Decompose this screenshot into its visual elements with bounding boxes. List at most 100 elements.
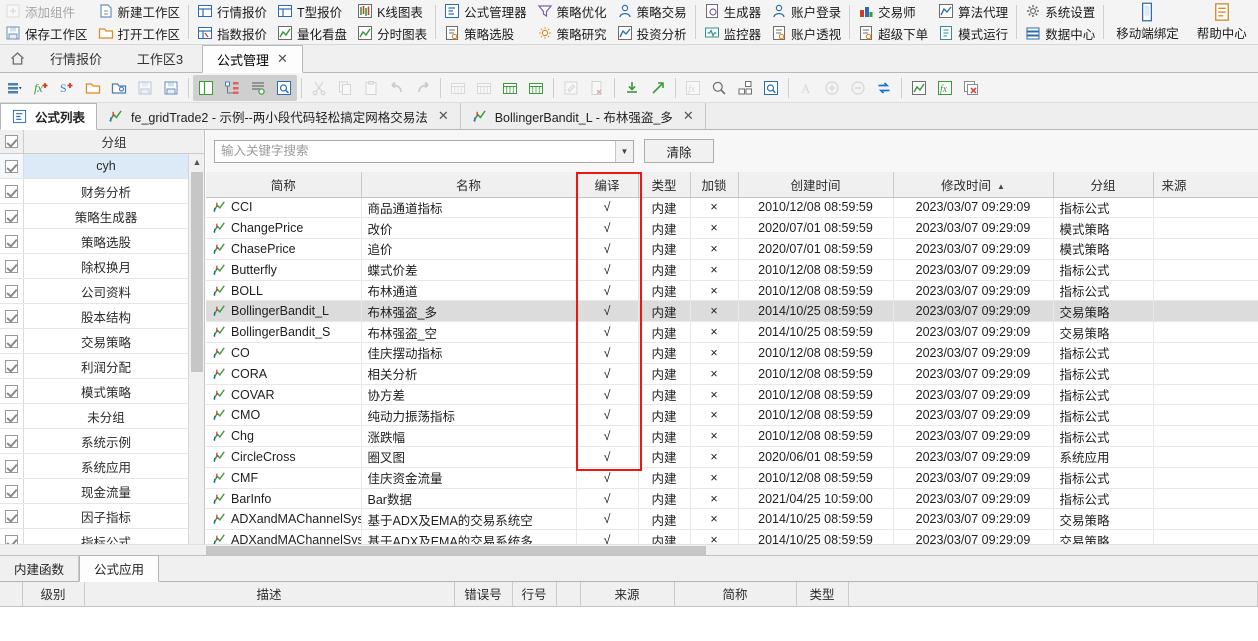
group-item-checkbox-cell[interactable] xyxy=(0,254,24,278)
group-list-item[interactable]: cyh xyxy=(0,154,204,179)
select-all-checkbox[interactable] xyxy=(5,135,18,148)
group-item-checkbox[interactable] xyxy=(5,434,18,448)
formula-table-row[interactable]: ADXandMAChannelSys_S基于ADX及EMA的交易系统空√内建×2… xyxy=(206,508,1258,531)
formula-table-row[interactable]: BollingerBandit_L 布林强盗_多 √ 内建 × 2014/10/25 08… xyxy=(206,300,1258,323)
column-header-name[interactable]: 名称 xyxy=(361,172,577,198)
ribbon-item-help-center[interactable]: 帮助中心 xyxy=(1188,0,1256,45)
ribbon-item-data-center[interactable]: 数据中心 xyxy=(1020,22,1100,44)
workspace-tab-2[interactable]: 公式管理 ✕ xyxy=(202,45,303,73)
workspace-tab-1[interactable]: 工作区3 xyxy=(118,45,202,72)
group-item-checkbox-cell[interactable] xyxy=(0,229,24,253)
workspace-tab-0[interactable]: 行情报价 xyxy=(34,45,118,72)
ribbon-item-account-perspective[interactable]: 账户透视 xyxy=(766,22,846,44)
formula-table-row[interactable]: CO 佳庆摆动指标 √ 内建 × 2010/12/08 08:59:59 2023/03/0… xyxy=(206,342,1258,364)
formula-table-row[interactable]: BOLL 布林通道 √ 内建 × 2010/12/08 08:59:59 2023/03/0… xyxy=(206,280,1258,302)
group-item-checkbox[interactable] xyxy=(5,309,18,323)
group-scroll-thumb[interactable] xyxy=(191,172,203,372)
close-icon[interactable]: ✕ xyxy=(277,51,288,67)
group-item-checkbox-cell[interactable] xyxy=(0,354,24,378)
formula-table-row[interactable]: Chg 涨跌幅 √ 内建 × 2010/12/08 08:59:59 2023/03/07 … xyxy=(206,425,1258,448)
ribbon-item-system-settings[interactable]: 系统设置 xyxy=(1020,0,1100,22)
group-item-checkbox[interactable] xyxy=(5,509,18,523)
formula-table-row[interactable]: CCI 商品通道指标 √ 内建 × 2010/12/08 08:59:59 2023/03/… xyxy=(206,197,1258,219)
new-strategy-icon[interactable]: S xyxy=(54,75,80,101)
group-list-item[interactable]: 因子指标 xyxy=(0,504,204,529)
group-item-checkbox-cell[interactable] xyxy=(0,379,24,403)
output-column-header-5[interactable] xyxy=(556,582,581,607)
formula-table-row[interactable]: CMF 佳庆资金流量 √ 内建 × 2010/12/08 08:59:59 2023/03/… xyxy=(206,467,1258,489)
calendar-green-icon[interactable] xyxy=(523,75,549,101)
group-list-scrollbar[interactable]: ▲ ▼ xyxy=(188,154,204,555)
ribbon-item-t-quote[interactable]: T型报价 xyxy=(272,0,352,22)
column-header-lock[interactable]: 加锁 xyxy=(690,172,739,198)
group-list-item[interactable]: 公司资料 xyxy=(0,279,204,304)
delete-formula-icon[interactable] xyxy=(958,75,984,101)
export-icon[interactable] xyxy=(645,75,671,101)
hscroll-thumb[interactable] xyxy=(206,546,706,555)
group-list-item[interactable]: 利润分配 xyxy=(0,354,204,379)
group-list-item[interactable]: 交易策略 xyxy=(0,329,204,354)
ribbon-item-mode-run[interactable]: 模式运行 xyxy=(933,22,1013,44)
close-icon[interactable]: ✕ xyxy=(438,108,449,124)
ribbon-item-formula-manager[interactable]: 公式管理器 xyxy=(439,0,532,22)
group-item-checkbox[interactable] xyxy=(5,484,18,498)
reorder-icon[interactable] xyxy=(732,75,758,101)
add-row-green-icon[interactable] xyxy=(497,75,523,101)
group-item-checkbox-cell[interactable] xyxy=(0,479,24,503)
ribbon-item-quote-table[interactable]: 行情报价 xyxy=(192,0,272,22)
group-item-checkbox[interactable] xyxy=(5,459,18,473)
ribbon-item-kline-chart[interactable]: K线图表 xyxy=(352,0,432,22)
open-attach-icon[interactable] xyxy=(106,75,132,101)
formula-table-row[interactable]: Butterfly 蝶式价差 √ 内建 × 2010/12/08 08:59:59 2023… xyxy=(206,259,1258,281)
ribbon-item-generator[interactable]: 生成器 xyxy=(699,0,767,22)
ribbon-item-trader[interactable]: 交易师 xyxy=(853,0,933,22)
group-item-checkbox[interactable] xyxy=(5,359,18,373)
ribbon-item-strategy-research[interactable]: 策略研究 xyxy=(532,22,612,44)
column-header-abbr[interactable]: 简称 xyxy=(206,172,362,198)
close-icon[interactable]: ✕ xyxy=(683,108,694,124)
table-horizontal-scrollbar[interactable] xyxy=(0,544,1258,555)
ribbon-item-timeshare-chart[interactable]: 分时图表 xyxy=(352,22,432,44)
search-icon[interactable] xyxy=(706,75,732,101)
group-header-checkbox-cell[interactable] xyxy=(0,130,24,153)
column-header-compile[interactable]: 编译 xyxy=(576,172,639,198)
output-column-header-8[interactable]: 类型 xyxy=(796,582,849,607)
group-list-item[interactable]: 除权换月 xyxy=(0,254,204,279)
scroll-up-arrow-icon[interactable]: ▲ xyxy=(189,154,204,170)
ribbon-item-index-quote[interactable]: 指数报价 xyxy=(192,22,272,44)
output-column-header-2[interactable]: 描述 xyxy=(84,582,455,607)
formula-table-row[interactable]: CircleCross 圈叉图 √ 内建 × 2020/06/01 08:59:59 202… xyxy=(206,446,1258,468)
document-tab-1[interactable]: fe_gridTrade2 - 示例--两小段代码轻松搞定网格交易法 ✕ xyxy=(97,103,461,129)
bottom-tab-1[interactable]: 公式应用 xyxy=(79,555,160,582)
list-dropdown-icon[interactable] xyxy=(2,75,28,101)
output-column-header-6[interactable]: 来源 xyxy=(580,582,675,607)
group-item-checkbox[interactable] xyxy=(5,284,18,298)
ribbon-item-account-login[interactable]: 账户登录 xyxy=(766,0,846,22)
formula-table-row[interactable]: CMO 纯动力振荡指标 √ 内建 × 2010/12/08 08:59:59 2023/03… xyxy=(206,404,1258,427)
outline-view-icon[interactable] xyxy=(245,75,271,101)
group-item-checkbox-cell[interactable] xyxy=(0,179,24,203)
formula-table-row[interactable]: ChangePrice 改价 √ 内建 × 2020/07/01 08:59:59 2023… xyxy=(206,217,1258,240)
search-input[interactable] xyxy=(215,140,615,162)
preview-icon[interactable] xyxy=(758,75,784,101)
output-column-header-9[interactable] xyxy=(848,582,1258,607)
group-item-checkbox-cell[interactable] xyxy=(0,154,24,178)
output-column-header-1[interactable]: 级别 xyxy=(22,582,85,607)
tree-view-icon[interactable] xyxy=(219,75,245,101)
column-header-source[interactable]: 来源 xyxy=(1153,172,1258,198)
formula-table-row[interactable]: BollingerBandit_S 布林强盗_空 √ 内建 × 2014/10/25 08… xyxy=(206,321,1258,344)
output-column-header-4[interactable]: 行号 xyxy=(512,582,557,607)
column-header-group[interactable]: 分组 xyxy=(1053,172,1154,198)
document-tab-0[interactable]: 公式列表 xyxy=(0,103,98,130)
open-folder-icon[interactable] xyxy=(80,75,106,101)
document-tab-2[interactable]: BollingerBandit_L - 布林强盗_多 ✕ xyxy=(461,103,706,129)
group-item-checkbox-cell[interactable] xyxy=(0,279,24,303)
save-all-icon[interactable] xyxy=(158,75,184,101)
ribbon-item-super-order[interactable]: 超级下单 xyxy=(853,22,933,44)
ribbon-item-open-workspace[interactable]: 打开工作区 xyxy=(93,22,186,44)
ribbon-item-quant-board[interactable]: 量化看盘 xyxy=(272,22,352,44)
ribbon-item-mobile-bind[interactable]: 移动端绑定 xyxy=(1107,0,1188,45)
group-item-checkbox-cell[interactable] xyxy=(0,504,24,528)
group-list-item[interactable]: 策略选股 xyxy=(0,229,204,254)
new-function-icon[interactable]: fx xyxy=(28,75,54,101)
